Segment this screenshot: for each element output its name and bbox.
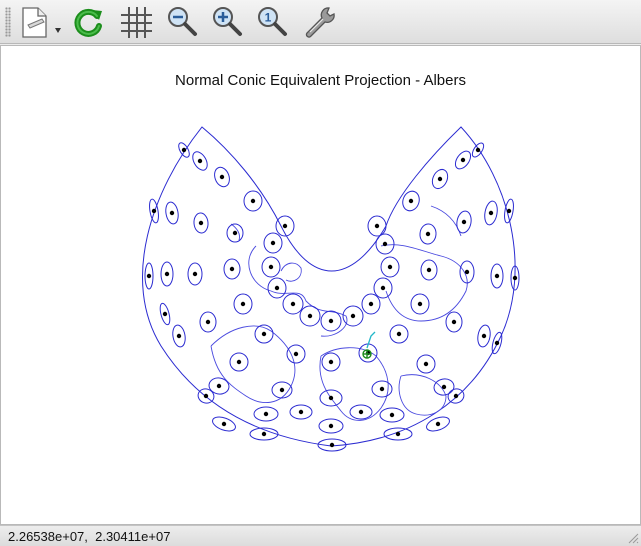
indicatrix-dot	[274, 285, 280, 291]
indicatrix-dot	[192, 271, 198, 277]
indicatrix-dot	[461, 219, 467, 225]
settings-button[interactable]	[299, 4, 339, 40]
indicatrix-dot	[279, 387, 285, 393]
indicatrix-dot	[328, 318, 334, 324]
indicatrix-dot	[329, 442, 335, 448]
indicatrix-dot	[488, 210, 494, 216]
indicatrix-dot	[389, 412, 395, 418]
indicatrix-dot	[307, 313, 313, 319]
indicatrix-dot	[205, 319, 211, 325]
zoom-reset-button[interactable]: 1	[253, 4, 291, 40]
indicatrix-dot	[460, 157, 466, 163]
indicatrix-dot	[293, 351, 299, 357]
chevron-down-icon	[55, 28, 61, 33]
plot-canvas[interactable]: Normal Conic Equivalent Projection - Alb…	[0, 45, 641, 525]
indicatrix-dot	[494, 273, 500, 279]
indicatrix-dot	[426, 267, 432, 273]
indicatrix-dot	[198, 220, 204, 226]
indicatrix-dot	[387, 264, 393, 270]
indicatrix-dot	[261, 431, 267, 437]
indicatrix-dot	[164, 271, 170, 277]
indicatrix-dot	[396, 331, 402, 337]
indicatrix-dot	[162, 311, 168, 317]
svg-text:1: 1	[265, 11, 272, 25]
indicatrix-dot	[298, 409, 304, 415]
indicatrix-dot	[176, 333, 182, 339]
indicatrix-dot	[481, 333, 487, 339]
indicatrix-dot	[358, 409, 364, 415]
indicatrix-dot	[229, 266, 235, 272]
grid-toggle-button[interactable]	[117, 4, 155, 40]
indicatrix-dot	[379, 386, 385, 392]
document-icon	[22, 7, 61, 38]
indicatrix-dot	[435, 421, 441, 427]
indicatrix-dot	[240, 301, 246, 307]
indicatrix-dot	[475, 147, 481, 153]
indicatrix-dot	[270, 240, 276, 246]
indicatrix-dot	[203, 393, 209, 399]
indicatrix-dot	[146, 273, 152, 279]
indicatrix-dot	[328, 423, 334, 429]
wrench-icon	[305, 7, 335, 38]
coastline-2	[319, 347, 389, 421]
coastline-5	[280, 262, 302, 282]
indicatrix-dot	[451, 319, 457, 325]
toolbar-grip[interactable]	[5, 7, 11, 37]
indicatrix-dot	[219, 174, 225, 180]
indicatrix-dot	[261, 331, 267, 337]
indicatrix-dot	[423, 361, 429, 367]
indicatrix-dot	[181, 147, 187, 153]
new-document-menu-button[interactable]	[18, 4, 66, 40]
indicatrix-dot	[328, 395, 334, 401]
indicatrix-dot	[395, 431, 401, 437]
coastline-3	[380, 244, 468, 322]
indicatrix-dot	[263, 411, 269, 417]
zoom-1-icon: 1	[258, 7, 287, 36]
indicatrix-dot	[216, 383, 222, 389]
refresh-button[interactable]	[70, 4, 108, 40]
indicatrix-dot	[512, 275, 518, 281]
indicatrix-dot	[282, 223, 288, 229]
indicatrix-dot	[374, 223, 380, 229]
indicatrix-dot	[250, 198, 256, 204]
zoom-out-button[interactable]	[163, 4, 201, 40]
indicatrix-dot	[437, 176, 443, 182]
indicatrix-dot	[494, 340, 500, 346]
indicatrix-dot	[151, 208, 157, 214]
cursor-coordinates: 2.26538e+07, 2.30411e+07	[8, 529, 171, 544]
toolbar: 1	[0, 0, 641, 44]
indicatrix-dot	[236, 359, 242, 365]
indicatrix-dot	[328, 359, 334, 365]
coastlines	[210, 205, 468, 421]
indicatrix-dot	[441, 384, 447, 390]
indicatrix-dot	[425, 231, 431, 237]
zoom-in-button[interactable]	[208, 4, 246, 40]
indicatrix-dot	[197, 158, 203, 164]
indicatrix-dot	[417, 301, 423, 307]
indicatrix-dot	[464, 269, 470, 275]
plot-title: Normal Conic Equivalent Projection - Alb…	[175, 72, 466, 89]
zoom-in-icon	[213, 7, 242, 36]
indicatrix-dot	[221, 421, 227, 427]
indicatrix-dot	[232, 230, 238, 236]
resize-grip-icon[interactable]	[627, 532, 639, 544]
indicatrix-dot	[268, 264, 274, 270]
projection-map[interactable]	[1, 46, 640, 524]
zoom-out-icon	[168, 7, 197, 36]
status-bar: 2.26538e+07, 2.30411e+07	[0, 525, 641, 546]
indicatrix-dot	[453, 393, 459, 399]
indicatrix-dot	[408, 198, 414, 204]
indicatrix-dot	[382, 241, 388, 247]
refresh-icon	[74, 8, 102, 37]
indicatrix-dot	[169, 210, 175, 216]
grid-icon	[121, 7, 152, 38]
indicatrix-dot	[506, 208, 512, 214]
indicatrix-dot	[350, 313, 356, 319]
indicatrix-dot	[380, 285, 386, 291]
indicatrix-dot	[368, 301, 374, 307]
indicatrix-dot	[290, 301, 296, 307]
